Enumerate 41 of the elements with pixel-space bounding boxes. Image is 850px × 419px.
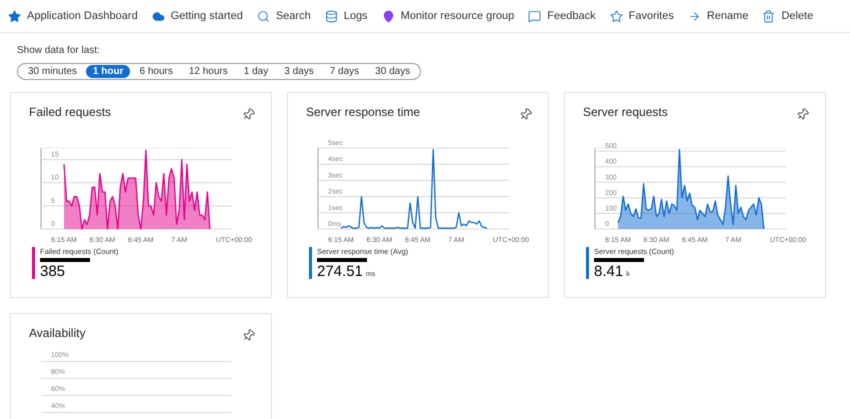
redaction-bar bbox=[317, 258, 367, 262]
toolbar-button[interactable]: Rename bbox=[688, 8, 748, 24]
time-range-option[interactable]: 1 day bbox=[236, 65, 276, 78]
pin-icon[interactable] bbox=[519, 108, 532, 121]
toolbar-button[interactable]: Search bbox=[256, 8, 311, 24]
redaction-bar bbox=[594, 258, 644, 262]
time-range-option[interactable]: 6 hours bbox=[132, 65, 180, 78]
tile-title: Failed requests bbox=[29, 104, 112, 121]
time-range-option[interactable]: 30 minutes bbox=[21, 65, 84, 78]
star-icon bbox=[610, 10, 623, 22]
toolbar-button[interactable]: Delete bbox=[762, 8, 814, 24]
toolbar-button[interactable]: Application Dashboard bbox=[8, 8, 138, 24]
redaction-bar bbox=[40, 258, 90, 262]
tile-title: Server response time bbox=[306, 104, 420, 121]
arrow-icon bbox=[688, 10, 701, 22]
database-icon bbox=[324, 10, 338, 22]
toolbar-button[interactable]: Favorites bbox=[610, 8, 674, 24]
search-icon bbox=[256, 10, 270, 22]
pin-marker-icon bbox=[382, 10, 395, 22]
time-range-label: Show data for last: bbox=[17, 44, 101, 58]
feedback-icon bbox=[528, 10, 542, 22]
time-range-option[interactable]: 3 days bbox=[277, 65, 321, 78]
metric-value: 8.41 bbox=[594, 263, 624, 281]
tile-title: Server requests bbox=[583, 104, 668, 121]
time-range-option[interactable]: 1 hour bbox=[86, 65, 130, 78]
trash-icon bbox=[762, 10, 776, 22]
metric-value: 385 bbox=[40, 263, 66, 281]
time-range-option[interactable]: 7 days bbox=[322, 65, 366, 78]
metric-value: 274.51 bbox=[317, 263, 363, 281]
toolbar-button[interactable]: Getting started bbox=[152, 8, 243, 24]
toolbar-button[interactable]: Feedback bbox=[528, 8, 596, 24]
time-range-option[interactable]: 12 hours bbox=[182, 65, 235, 78]
pin-icon[interactable] bbox=[242, 108, 255, 121]
pin-icon[interactable] bbox=[796, 108, 809, 121]
time-range-option[interactable]: 30 days bbox=[368, 65, 418, 78]
star-icon bbox=[8, 10, 21, 22]
toolbar-button[interactable]: Monitor resource group bbox=[382, 8, 514, 24]
cloud-icon bbox=[152, 10, 165, 22]
tile-title: Availability bbox=[29, 325, 86, 342]
toolbar-button[interactable]: Logs bbox=[324, 8, 368, 24]
pin-icon[interactable] bbox=[242, 329, 255, 342]
